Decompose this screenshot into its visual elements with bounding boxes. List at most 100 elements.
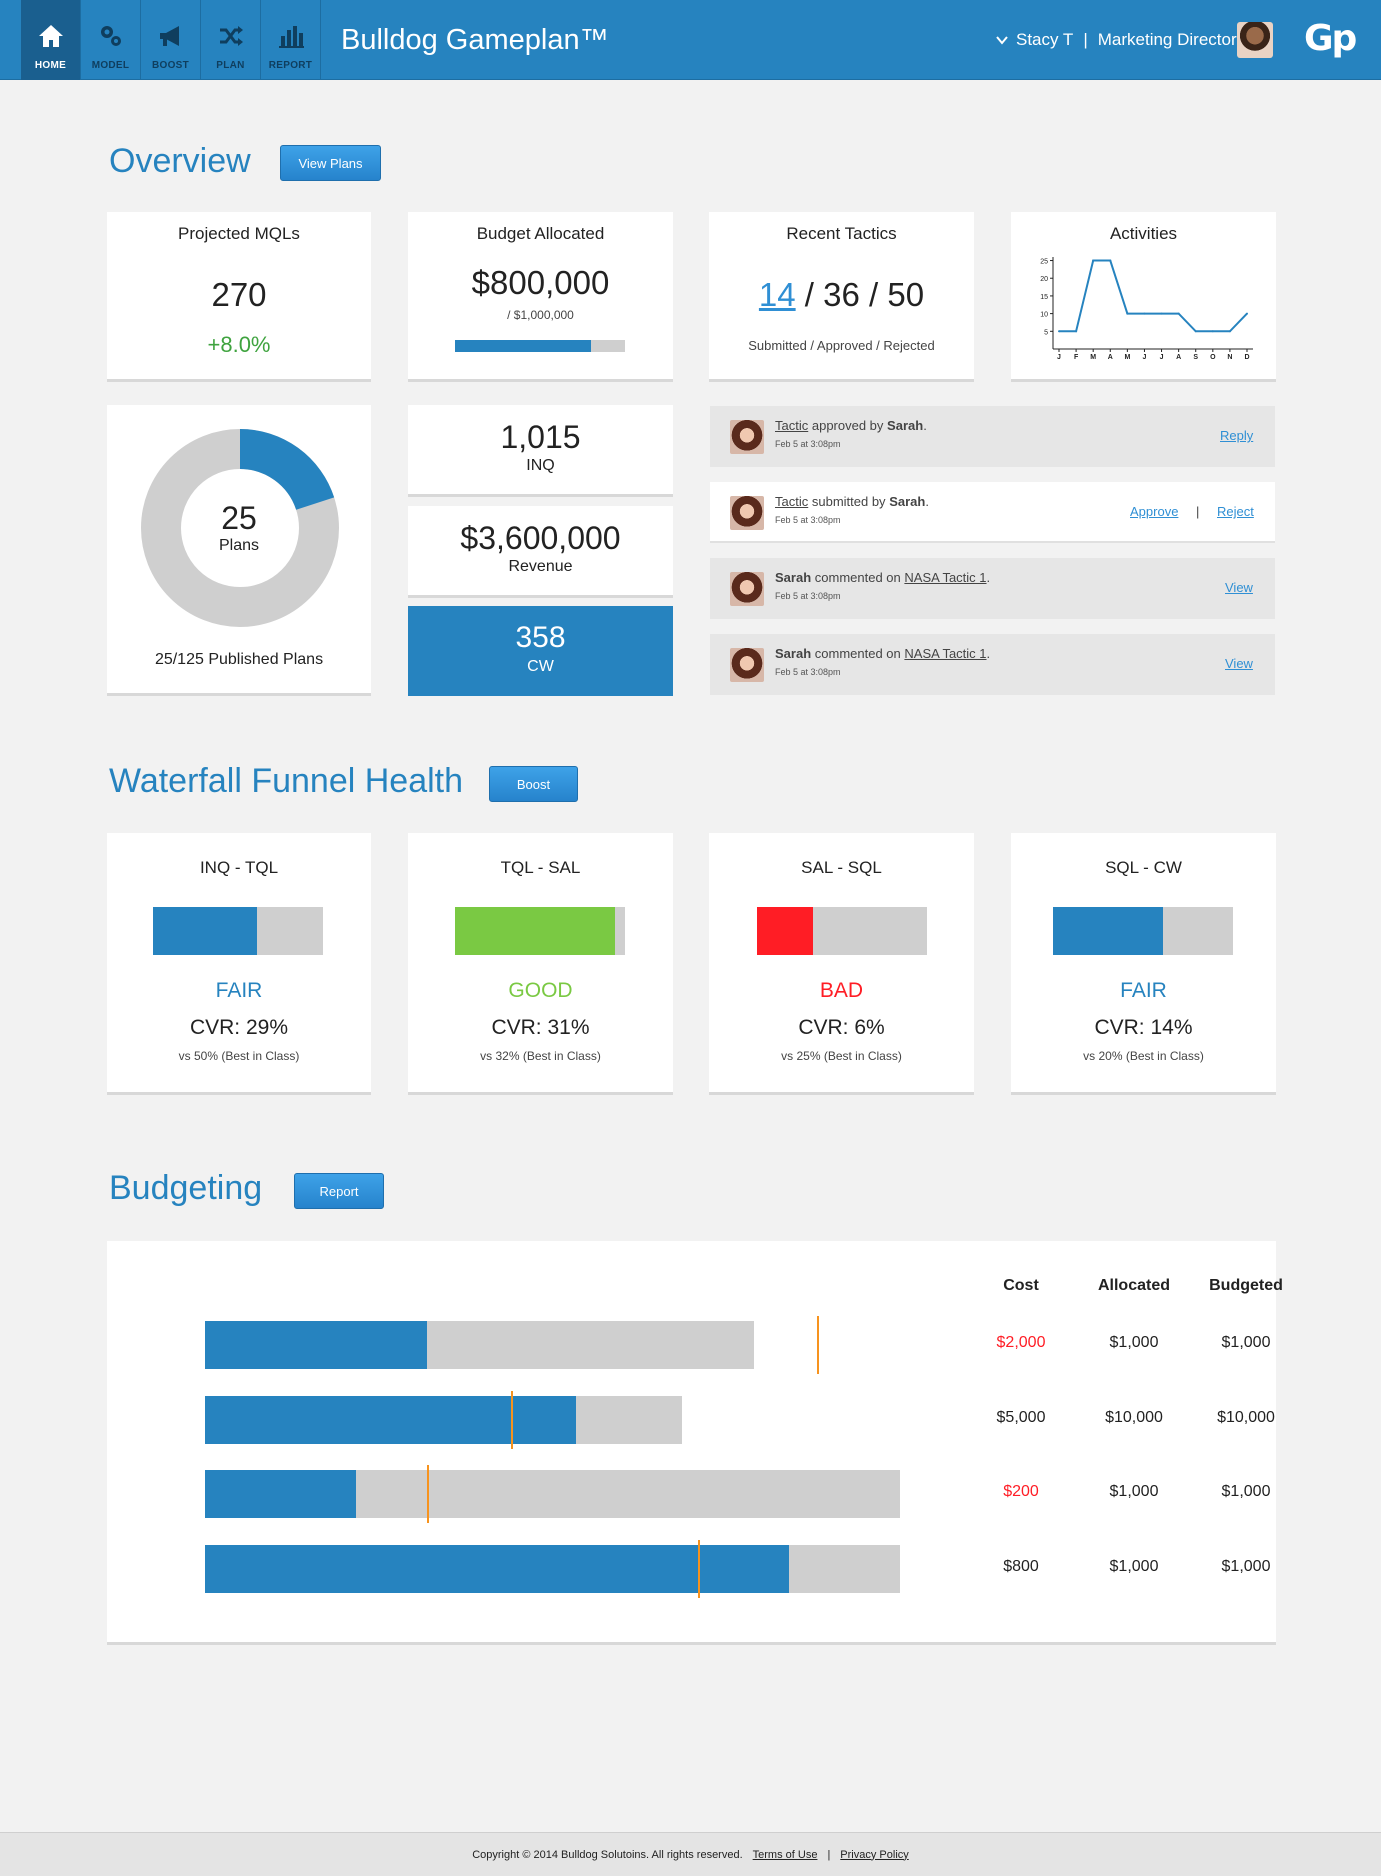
nav-home[interactable]: HOME xyxy=(21,0,81,80)
funnel-status: FAIR xyxy=(1120,979,1167,1002)
view-plans-button[interactable]: View Plans xyxy=(280,145,381,181)
activity-time: Feb 5 at 3:08pm xyxy=(775,591,841,601)
funnel-card-title: SQL - CW xyxy=(1105,858,1182,877)
revenue-value: $3,600,000 xyxy=(460,520,621,556)
user-separator: | xyxy=(1083,30,1088,49)
activity-end: . xyxy=(986,570,991,585)
megaphone-icon xyxy=(159,26,179,46)
funnel-benchmark: vs 50% (Best in Class) xyxy=(178,1049,300,1063)
nav-report[interactable]: REPORT xyxy=(261,0,321,80)
card-title: Projected MQLs xyxy=(178,224,300,243)
allocated-value: $1,000 xyxy=(1109,1557,1159,1575)
nav-boost[interactable]: BOOST xyxy=(141,0,201,80)
data-point xyxy=(1228,330,1231,333)
reject-link[interactable]: Reject xyxy=(1217,504,1254,519)
allocated-value: $10,000 xyxy=(1105,1408,1163,1426)
boost-button[interactable]: Boost xyxy=(489,766,578,802)
activity-action: submitted by xyxy=(811,494,886,509)
allocated-value: $1,000 xyxy=(1109,1334,1159,1351)
home-icon xyxy=(38,25,63,47)
sarah-avatar xyxy=(730,648,764,682)
sarah-avatar xyxy=(730,496,764,530)
mqls-change: +8.0% xyxy=(207,332,271,357)
tactics-caption: Submitted / Approved / Rejected xyxy=(748,338,935,353)
x-tick-label: M xyxy=(1090,354,1096,361)
app-title: Bulldog Gameplan™ xyxy=(341,24,609,56)
nasa-tactic-link[interactable]: NASA Tactic 1 xyxy=(904,570,986,585)
y-tick-label: 5 xyxy=(1044,329,1048,336)
footer: Copyright © 2014 Bulldog Solutoins. All … xyxy=(0,1832,1381,1876)
funnel-card-title: TQL - SAL xyxy=(500,858,581,877)
user-avatar[interactable] xyxy=(1237,22,1273,58)
cost-value: $200 xyxy=(1003,1483,1039,1500)
view-link[interactable]: View xyxy=(1225,656,1253,671)
data-point xyxy=(1211,330,1214,333)
activity-time: Feb 5 at 3:08pm xyxy=(775,515,841,525)
activity-end: . xyxy=(986,646,991,661)
activity-item: Sarah commented on NASA Tactic 1. Feb 5 … xyxy=(710,558,1275,619)
data-point xyxy=(1143,312,1146,315)
cost-header: Cost xyxy=(1003,1277,1039,1294)
x-tick-label: J xyxy=(1143,354,1147,361)
budgeting-title: Budgeting xyxy=(109,1169,263,1207)
activities-line-chart: 5 10 15 20 25 J F M A M J J A S O N D xyxy=(1040,257,1253,361)
budget-bar-fill xyxy=(205,1395,577,1444)
allocated-header: Allocated xyxy=(1097,1277,1170,1294)
tactic-link[interactable]: Tactic xyxy=(775,494,808,509)
nav-report-label: REPORT xyxy=(268,60,313,71)
revenue-label: Revenue xyxy=(508,558,573,575)
x-tick-label: F xyxy=(1074,354,1079,361)
funnel-benchmark: vs 25% (Best in Class) xyxy=(781,1049,902,1063)
donut-published-slice xyxy=(239,429,335,511)
budget-target-marker xyxy=(816,1316,819,1374)
x-tick-label: J xyxy=(1160,354,1164,361)
funnel-bar-fill xyxy=(455,907,615,955)
plans-caption: 25/125 Published Plans xyxy=(154,651,324,668)
activity-end: . xyxy=(925,494,929,509)
plans-count: 25 xyxy=(221,500,257,536)
approve-link[interactable]: Approve xyxy=(1130,504,1178,519)
tactics-counts: 14 / 36 / 50 xyxy=(709,276,974,314)
nav-model[interactable]: MODEL xyxy=(81,0,141,80)
activity-user: Sarah xyxy=(887,418,924,433)
budget-bar-track xyxy=(205,1321,755,1369)
activity-item: Tactic approved by Sarah. Feb 5 at 3:08p… xyxy=(710,406,1275,467)
budget-value: $800,000 xyxy=(471,264,610,301)
main-nav: HOME MODEL BOOST PLAN REPORT xyxy=(21,0,321,80)
submitted-count-link[interactable]: 14 xyxy=(759,276,796,313)
funnel-bar-fill xyxy=(153,907,257,955)
recent-tactics-card: Recent Tactics 14 / 36 / 50 Submitted / … xyxy=(709,212,974,382)
data-point xyxy=(1109,259,1112,262)
sarah-avatar xyxy=(730,572,764,606)
funnel-bar xyxy=(757,907,927,955)
funnel-bar xyxy=(455,907,625,955)
budget-bar-fill xyxy=(205,1470,356,1518)
terms-of-use-link[interactable]: Terms of Use xyxy=(753,1849,818,1861)
funnel-cvr: CVR: 14% xyxy=(1094,1016,1193,1039)
budget-bar-fill xyxy=(205,1544,789,1593)
inq-value: 1,015 xyxy=(500,419,581,455)
x-tick-label: M xyxy=(1124,354,1130,361)
gameplan-logo: Gp xyxy=(1304,18,1357,59)
tactic-link[interactable]: Tactic xyxy=(775,418,808,433)
funnel-card-inq-tql: INQ - TQL FAIR CVR: 29% vs 50% (Best in … xyxy=(107,833,371,1095)
inq-card: 1,015 INQ xyxy=(408,405,673,497)
reply-link[interactable]: Reply xyxy=(1220,428,1253,443)
user-menu[interactable]: Stacy T | Marketing Director xyxy=(996,30,1237,50)
funnel-status: BAD xyxy=(819,979,864,1002)
nav-plan[interactable]: PLAN xyxy=(201,0,261,80)
view-link[interactable]: View xyxy=(1225,580,1253,595)
card-title: Activities xyxy=(1109,224,1178,243)
privacy-policy-link[interactable]: Privacy Policy xyxy=(840,1849,908,1861)
nasa-tactic-link[interactable]: NASA Tactic 1 xyxy=(904,646,986,661)
budgeting-card: Cost Allocated Budgeted Q1 $2,000 $1,000… xyxy=(107,1241,1283,1645)
nav-plan-label: PLAN xyxy=(216,60,245,71)
funnel-card-title: INQ - TQL xyxy=(199,858,279,877)
x-tick-label: J xyxy=(1057,354,1061,361)
report-button[interactable]: Report xyxy=(294,1173,384,1209)
y-tick-label: 25 xyxy=(1040,259,1048,266)
separator: / xyxy=(804,276,814,313)
cw-card: 358 CW xyxy=(408,606,673,696)
funnel-cvr: CVR: 6% xyxy=(798,1016,885,1039)
activities-series-line xyxy=(1059,259,1248,333)
